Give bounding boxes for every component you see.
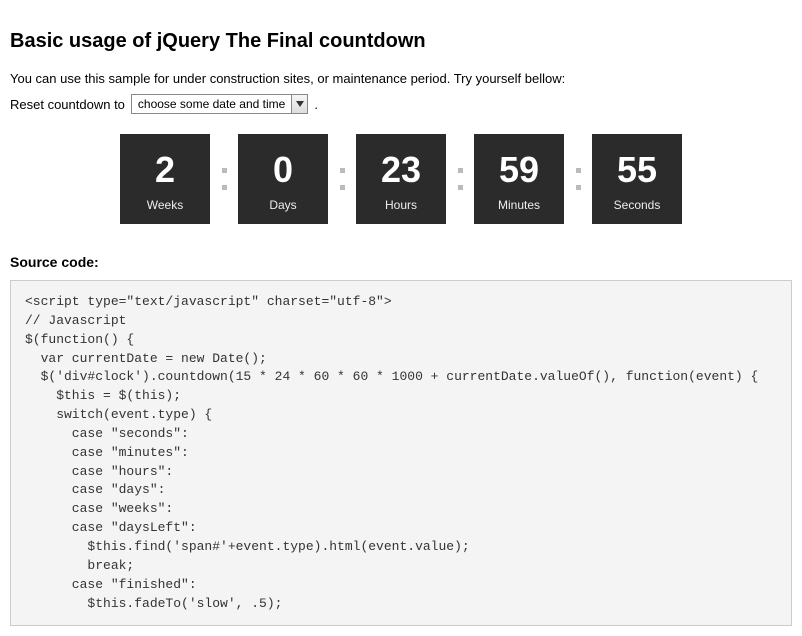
source-heading: Source code: [10, 254, 792, 270]
countdown-label: Days [269, 198, 296, 212]
countdown-tile-hours: 23 Hours [356, 134, 446, 224]
chevron-down-icon[interactable] [291, 95, 307, 113]
reset-row: Reset countdown to choose some date and … [10, 94, 792, 114]
source-code-block: <script type="text/javascript" charset="… [10, 280, 792, 626]
countdown-value: 0 [273, 152, 293, 188]
countdown-tile-weeks: 2 Weeks [120, 134, 210, 224]
separator [446, 168, 474, 190]
separator [328, 168, 356, 190]
period-text: . [314, 97, 318, 112]
page-title: Basic usage of jQuery The Final countdow… [10, 30, 792, 53]
intro-text: You can use this sample for under constr… [10, 71, 792, 86]
separator [564, 168, 592, 190]
countdown-label: Hours [385, 198, 417, 212]
countdown-value: 2 [155, 152, 175, 188]
countdown-label: Seconds [614, 198, 661, 212]
countdown-label: Weeks [147, 198, 183, 212]
countdown-tile-days: 0 Days [238, 134, 328, 224]
reset-label: Reset countdown to [10, 97, 125, 112]
datetime-select[interactable]: choose some date and time [131, 94, 308, 114]
separator [210, 168, 238, 190]
countdown-value: 23 [381, 152, 421, 188]
countdown-value: 59 [499, 152, 539, 188]
countdown-clock: 2 Weeks 0 Days 23 Hours 59 Minutes 55 Se… [10, 134, 792, 224]
countdown-tile-seconds: 55 Seconds [592, 134, 682, 224]
datetime-select-value: choose some date and time [132, 95, 291, 113]
countdown-tile-minutes: 59 Minutes [474, 134, 564, 224]
countdown-label: Minutes [498, 198, 540, 212]
countdown-value: 55 [617, 152, 657, 188]
